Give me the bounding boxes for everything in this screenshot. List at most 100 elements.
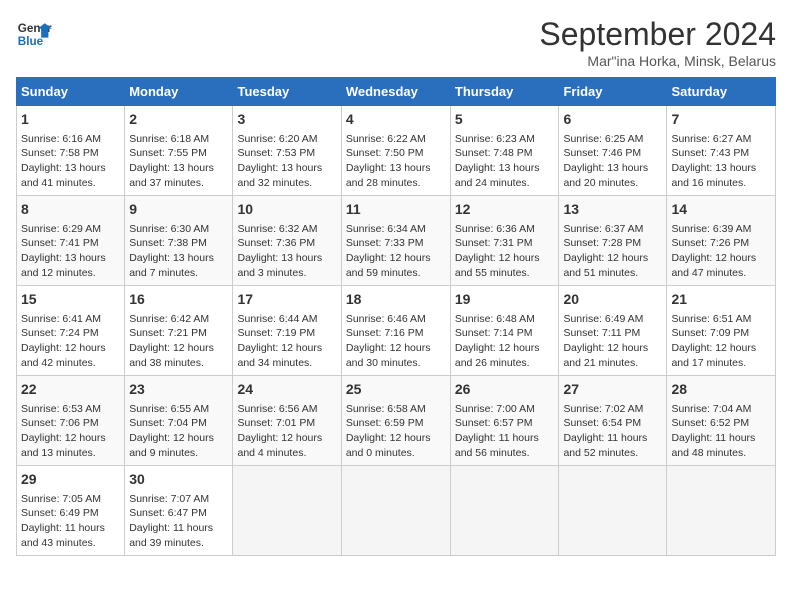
day-info-line: Sunset: 7:36 PM: [237, 236, 336, 251]
day-info-line: Daylight: 13 hours: [129, 161, 228, 176]
day-info-line: and 56 minutes.: [455, 446, 555, 461]
page-header: General Blue September 2024 Mar"ina Hork…: [16, 16, 776, 69]
day-info-line: Sunset: 7:09 PM: [671, 326, 771, 341]
day-cell-6: 6Sunrise: 6:25 AMSunset: 7:46 PMDaylight…: [559, 106, 667, 196]
day-info-line: and 42 minutes.: [21, 356, 120, 371]
day-info-line: and 43 minutes.: [21, 536, 120, 551]
day-info-line: and 9 minutes.: [129, 446, 228, 461]
day-cell-4: 4Sunrise: 6:22 AMSunset: 7:50 PMDaylight…: [341, 106, 450, 196]
day-number: 5: [455, 110, 555, 130]
day-info-line: Daylight: 13 hours: [563, 161, 662, 176]
day-info-line: and 47 minutes.: [671, 266, 771, 281]
day-info-line: Daylight: 13 hours: [237, 161, 336, 176]
day-info-line: Sunset: 7:33 PM: [346, 236, 446, 251]
day-info-line: Daylight: 12 hours: [671, 251, 771, 266]
day-info-line: Daylight: 13 hours: [129, 251, 228, 266]
day-info-line: Sunset: 7:24 PM: [21, 326, 120, 341]
day-number: 6: [563, 110, 662, 130]
header-row: SundayMondayTuesdayWednesdayThursdayFrid…: [17, 78, 776, 106]
day-cell-3: 3Sunrise: 6:20 AMSunset: 7:53 PMDaylight…: [233, 106, 341, 196]
month-title: September 2024: [539, 16, 776, 53]
week-row-2: 8 Sunrise: 6:29 AMSunset: 7:41 PM Daylight…: [17, 196, 776, 286]
day-info-line: Daylight: 12 hours: [455, 251, 555, 266]
day-info-line: Sunset: 7:16 PM: [346, 326, 446, 341]
day-cell-24: 24Sunrise: 6:56 AMSunset: 7:01 PMDayligh…: [233, 376, 341, 466]
day-info-line: Sunrise: 6:16 AM: [21, 132, 120, 147]
day-info-line: and 48 minutes.: [671, 446, 771, 461]
location-subtitle: Mar"ina Horka, Minsk, Belarus: [539, 53, 776, 69]
day-info-line: and 17 minutes.: [671, 356, 771, 371]
day-info-line: Sunset: 7:58 PM: [21, 146, 120, 161]
day-info-line: Daylight: 11 hours: [129, 521, 228, 536]
empty-cell: [450, 466, 559, 556]
day-info-line: Sunrise: 6:53 AM: [21, 402, 120, 417]
day-number: 4: [346, 110, 446, 130]
col-header-wednesday: Wednesday: [341, 78, 450, 106]
calendar-table: SundayMondayTuesdayWednesdayThursdayFrid…: [16, 77, 776, 556]
day-info-line: Sunset: 7:19 PM: [237, 326, 336, 341]
day-cell-22: 22Sunrise: 6:53 AMSunset: 7:06 PMDayligh…: [17, 376, 125, 466]
day-info-line: Sunrise: 7:02 AM: [563, 402, 662, 417]
day-info-line: Sunset: 7:11 PM: [563, 326, 662, 341]
empty-cell: [341, 466, 450, 556]
day-info-line: Sunrise: 6:48 AM: [455, 312, 555, 327]
day-info-line: Sunset: 7:26 PM: [671, 236, 771, 251]
day-info-line: Daylight: 12 hours: [21, 431, 120, 446]
empty-cell: [233, 466, 341, 556]
col-header-thursday: Thursday: [450, 78, 559, 106]
day-info-line: and 55 minutes.: [455, 266, 555, 281]
day-number: 10: [237, 200, 336, 220]
day-info-line: Daylight: 12 hours: [455, 341, 555, 356]
day-info-line: and 28 minutes.: [346, 176, 446, 191]
day-info-line: Sunrise: 6:32 AM: [237, 222, 336, 237]
day-number: 8: [21, 200, 120, 220]
day-cell-2: 2Sunrise: 6:18 AMSunset: 7:55 PMDaylight…: [125, 106, 233, 196]
day-info-line: Sunrise: 7:00 AM: [455, 402, 555, 417]
day-info-line: Sunset: 7:53 PM: [237, 146, 336, 161]
day-info-line: Sunset: 7:43 PM: [671, 146, 771, 161]
day-info-line: Sunrise: 7:04 AM: [671, 402, 771, 417]
day-info-line: Daylight: 12 hours: [129, 431, 228, 446]
day-info-line: Sunset: 6:49 PM: [21, 506, 120, 521]
day-cell-15: 15Sunrise: 6:41 AMSunset: 7:24 PMDayligh…: [17, 286, 125, 376]
day-info-line: Sunrise: 6:55 AM: [129, 402, 228, 417]
day-info-line: and 59 minutes.: [346, 266, 446, 281]
day-cell-11: 11Sunrise: 6:34 AMSunset: 7:33 PMDayligh…: [341, 196, 450, 286]
day-info-line: Daylight: 11 hours: [21, 521, 120, 536]
day-number: 7: [671, 110, 771, 130]
day-number: 19: [455, 290, 555, 310]
week-row-1: 1Sunrise: 6:16 AMSunset: 7:58 PMDaylight…: [17, 106, 776, 196]
day-info-line: Sunset: 6:57 PM: [455, 416, 555, 431]
day-info-line: Sunrise: 6:39 AM: [671, 222, 771, 237]
week-row-3: 15Sunrise: 6:41 AMSunset: 7:24 PMDayligh…: [17, 286, 776, 376]
day-info-line: Sunrise: 6:41 AM: [21, 312, 120, 327]
day-cell-28: 28Sunrise: 7:04 AMSunset: 6:52 PMDayligh…: [667, 376, 776, 466]
day-info-line: and 26 minutes.: [455, 356, 555, 371]
day-info-line: and 4 minutes.: [237, 446, 336, 461]
day-info-line: Sunrise: 6:29 AM: [21, 222, 120, 237]
logo-icon: General Blue: [16, 16, 52, 52]
day-info-line: Sunset: 7:14 PM: [455, 326, 555, 341]
day-info-line: Sunrise: 6:34 AM: [346, 222, 446, 237]
day-info-line: Sunset: 7:04 PM: [129, 416, 228, 431]
day-info-line: Sunrise: 6:27 AM: [671, 132, 771, 147]
day-info-line: Sunrise: 6:51 AM: [671, 312, 771, 327]
day-info-line: Daylight: 12 hours: [346, 251, 446, 266]
day-cell-17: 17Sunrise: 6:44 AMSunset: 7:19 PMDayligh…: [233, 286, 341, 376]
day-info-line: Sunset: 7:06 PM: [21, 416, 120, 431]
day-info-line: Sunset: 7:41 PM: [21, 236, 120, 251]
day-info-line: and 20 minutes.: [563, 176, 662, 191]
day-number: 2: [129, 110, 228, 130]
day-info-line: Sunrise: 6:49 AM: [563, 312, 662, 327]
day-number: 24: [237, 380, 336, 400]
day-info-line: Daylight: 12 hours: [346, 431, 446, 446]
day-info-line: and 3 minutes.: [237, 266, 336, 281]
day-info-line: Sunrise: 6:58 AM: [346, 402, 446, 417]
day-info-line: and 24 minutes.: [455, 176, 555, 191]
day-info-line: Sunset: 6:47 PM: [129, 506, 228, 521]
day-info-line: and 52 minutes.: [563, 446, 662, 461]
day-number: 26: [455, 380, 555, 400]
day-info-line: Sunrise: 6:56 AM: [237, 402, 336, 417]
day-info-line: Daylight: 12 hours: [129, 341, 228, 356]
day-info-line: and 41 minutes.: [21, 176, 120, 191]
